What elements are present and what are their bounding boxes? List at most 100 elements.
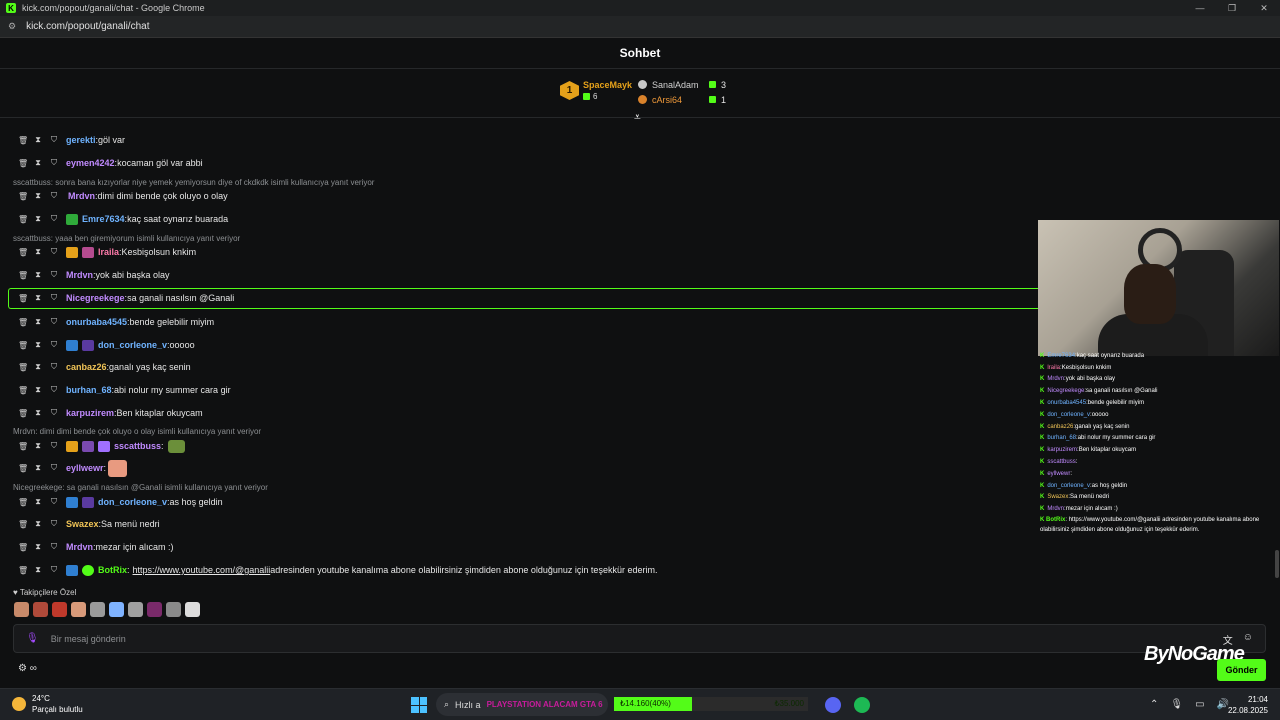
chat-username[interactable]: sscattbuss (114, 441, 161, 451)
chat-username[interactable]: lraila (98, 247, 119, 257)
ban-icon[interactable]: ⛉ (50, 519, 58, 529)
trash-icon[interactable]: 🗑 (18, 409, 28, 418)
chat-username[interactable]: Mrdvn (66, 542, 93, 552)
ban-icon[interactable]: ⛉ (50, 385, 58, 395)
timeout-icon[interactable]: ⧗ (34, 362, 42, 372)
timeout-icon[interactable]: ⧗ (34, 293, 42, 303)
ban-icon[interactable]: ⛉ (50, 270, 58, 280)
trash-icon[interactable]: 🗑 (18, 341, 28, 350)
chat-message[interactable]: 🗑 ⧗ ⛉ lraila: Kesbişolsun knkim (18, 242, 196, 262)
ban-icon[interactable]: ⛉ (50, 191, 58, 201)
chat-message[interactable]: 🗑 ⧗ ⛉ Mrdvn: dimi dimi bende çok oluyo o o… (18, 186, 228, 206)
taskbar-search[interactable]: ⌕ Hızlı a PLAYSTATION ALACAM GTA 6 (436, 693, 608, 716)
trash-icon[interactable]: 🗑 (18, 566, 28, 575)
chat-message[interactable]: 🗑 ⧗ ⛉ Emre7634: kaç saat oynarız buarada (18, 209, 228, 229)
timeout-icon[interactable]: ⧗ (34, 158, 42, 168)
trash-icon[interactable]: 🗑 (18, 363, 28, 372)
timeout-icon[interactable]: ⧗ (34, 385, 42, 395)
chat-message[interactable]: 🗑 ⧗ ⛉ eyllwewr: (18, 458, 128, 478)
message-input[interactable]: 🎙 Bir mesaj gönderin 文 ☺ (13, 624, 1266, 653)
cat-emote-icon[interactable] (128, 602, 143, 617)
chat-username[interactable]: karpuzirem (66, 408, 114, 418)
timeout-icon[interactable]: ⧗ (34, 519, 42, 529)
chat-username[interactable]: Mrdvn (68, 191, 95, 201)
start-button[interactable] (411, 697, 427, 713)
ban-icon[interactable]: ⛉ (50, 408, 58, 418)
ban-icon[interactable]: ⛉ (50, 247, 58, 257)
chat-username[interactable]: Swazex (66, 519, 99, 529)
trash-icon[interactable]: 🗑 (18, 318, 28, 327)
trash-icon[interactable]: 🗑 (18, 248, 28, 257)
timeout-icon[interactable]: ⧗ (34, 191, 42, 201)
emote-1-icon[interactable] (14, 602, 29, 617)
trash-icon[interactable]: 🗑 (18, 464, 28, 473)
discord-icon[interactable] (825, 697, 841, 713)
chat-username[interactable]: Emre7634 (82, 214, 125, 224)
leaderboard-first[interactable]: 1 SpaceMayk 6 (560, 80, 632, 101)
collapse-leaderboard-icon[interactable]: ⩡ (634, 110, 641, 125)
ban-icon[interactable]: ⛉ (50, 135, 58, 145)
chat-message-mention[interactable]: 🗑 ⧗ ⛉ Nicegreekege: sa ganali nasılsın @Ga… (18, 288, 234, 308)
spotify-icon[interactable] (854, 697, 870, 713)
chat-username[interactable]: eymen4242 (66, 158, 115, 168)
chevron-up-icon[interactable]: ⌃ (1150, 699, 1158, 710)
chat-username[interactable]: eyllwewr (66, 463, 104, 473)
heart-emote-icon[interactable] (109, 602, 124, 617)
trash-icon[interactable]: 🗑 (18, 192, 28, 201)
ban-icon[interactable]: ⛉ (50, 362, 58, 372)
timeout-icon[interactable]: ⧗ (34, 441, 42, 451)
chat-message[interactable]: 🗑 ⧗ ⛉ Swazex: Sa menü nedri (18, 514, 160, 534)
ban-icon[interactable]: ⛉ (50, 542, 58, 552)
chat-username[interactable]: don_corleone_v (98, 497, 167, 507)
ban-icon[interactable]: ⛉ (50, 340, 58, 350)
ban-icon[interactable]: ⛉ (50, 497, 58, 507)
chat-username[interactable]: Mrdvn (66, 270, 93, 280)
emote-5-icon[interactable] (90, 602, 105, 617)
chat-message[interactable]: 🗑 ⧗ ⛉ sscattbuss: (18, 436, 185, 456)
timeout-icon[interactable]: ⧗ (34, 270, 42, 280)
timeout-icon[interactable]: ⧗ (34, 317, 42, 327)
emote-3-icon[interactable] (52, 602, 67, 617)
chat-message[interactable]: 🗑 ⧗ ⛉ gerekti: göl var (18, 130, 125, 150)
chat-message[interactable]: 🗑 ⧗ ⛉ burhan_68: abi nolur my summer cara … (18, 380, 231, 400)
display-icon[interactable]: ▭ (1195, 699, 1204, 710)
ban-icon[interactable]: ⛉ (50, 214, 58, 224)
site-info-icon[interactable]: ⚙ (8, 21, 16, 32)
trash-icon[interactable]: 🗑 (18, 271, 28, 280)
emoji-icon[interactable]: ☺ (1243, 632, 1253, 647)
timeout-icon[interactable]: ⧗ (34, 214, 42, 224)
address-bar[interactable]: ⚙ kick.com/popout/ganali/chat (0, 16, 1280, 38)
trash-icon[interactable]: 🗑 (18, 136, 28, 145)
trash-icon[interactable]: 🗑 (18, 543, 28, 552)
emote-8-icon[interactable] (147, 602, 162, 617)
restore-button[interactable]: ❐ (1216, 0, 1248, 16)
chat-message[interactable]: 🗑 ⧗ ⛉ Mrdvn: mezar için alıcam :) (18, 537, 174, 557)
chat-username[interactable]: Nicegreekege (66, 293, 125, 303)
chat-username[interactable]: canbaz26 (66, 362, 107, 372)
youtube-link[interactable]: https://www.youtube.com/@ganalii (133, 565, 271, 575)
timeout-icon[interactable]: ⧗ (34, 497, 42, 507)
emote-9-icon[interactable] (166, 602, 181, 617)
ban-icon[interactable]: ⛉ (50, 293, 58, 303)
ban-icon[interactable]: ⛉ (50, 317, 58, 327)
chat-username[interactable]: burhan_68 (66, 385, 112, 395)
chat-username[interactable]: don_corleone_v (98, 340, 167, 350)
chat-message[interactable]: 🗑 ⧗ ⛉ canbaz26: ganalı yaş kaç senin (18, 357, 191, 377)
leaderboard-second[interactable]: SanalAdam 3 (638, 77, 726, 92)
chat-message[interactable]: 🗑 ⧗ ⛉ eymen4242: kocaman göl var abbi (18, 153, 203, 173)
chat-message[interactable]: 🗑 ⧗ ⛉ karpuzirem: Ben kitaplar okuycam (18, 403, 203, 423)
chat-scrollbar[interactable] (1275, 550, 1279, 578)
trash-icon[interactable]: 🗑 (18, 215, 28, 224)
weather-widget[interactable]: 24°C Parçalı bulutlu (12, 693, 83, 715)
ban-icon[interactable]: ⛉ (50, 158, 58, 168)
timeout-icon[interactable]: ⧗ (34, 340, 42, 350)
timeout-icon[interactable]: ⧗ (34, 542, 42, 552)
chat-message[interactable]: 🗑 ⧗ ⛉ don_corleone_v: ooooo (18, 335, 195, 355)
infinity-icon[interactable]: ∞ (30, 663, 37, 674)
ban-icon[interactable]: ⛉ (50, 565, 58, 575)
timeout-icon[interactable]: ⧗ (34, 565, 42, 575)
chat-message[interactable]: 🗑 ⧗ ⛉ onurbaba4545: bende gelebilir miyim (18, 312, 214, 332)
ban-icon[interactable]: ⛉ (50, 441, 58, 451)
trash-icon[interactable]: 🗑 (18, 159, 28, 168)
trash-icon[interactable]: 🗑 (18, 294, 28, 303)
